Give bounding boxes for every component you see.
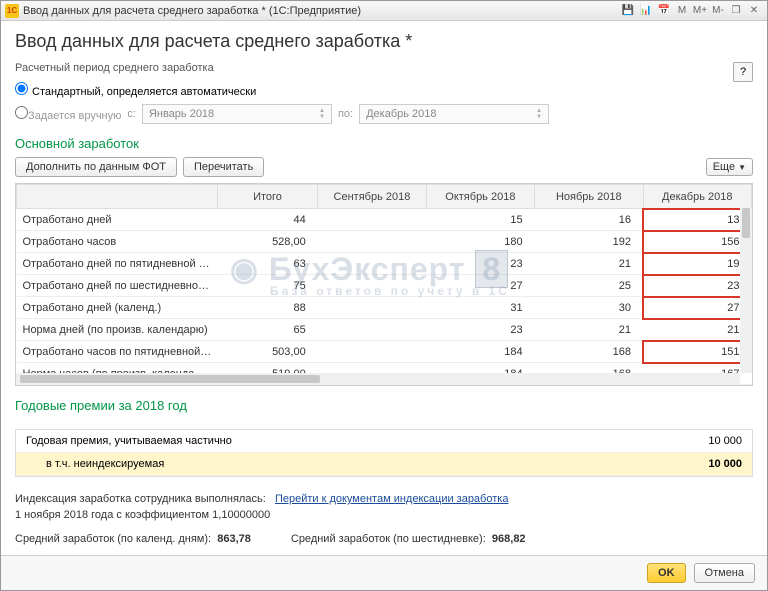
row-nov: 30 bbox=[535, 297, 643, 319]
table-row[interactable]: Норма дней (по произв. календарю)6523212… bbox=[17, 319, 752, 341]
row-nov: 21 bbox=[535, 253, 643, 275]
row-total: 75 bbox=[217, 275, 317, 297]
row-dec: 151 bbox=[643, 341, 751, 363]
premiums-heading: Годовые премии за 2018 год bbox=[15, 398, 753, 413]
row-total: 88 bbox=[217, 297, 317, 319]
tb-restore-icon[interactable]: ❐ bbox=[728, 3, 744, 19]
row-nov: 192 bbox=[535, 231, 643, 253]
tb-save-icon[interactable]: 💾 bbox=[620, 3, 636, 19]
vertical-scrollbar[interactable] bbox=[740, 208, 752, 373]
row-sep bbox=[318, 231, 426, 253]
premiums-table: Годовая премия, учитываемая частично 10 … bbox=[15, 429, 753, 477]
col-oct: Октябрь 2018 bbox=[426, 185, 534, 209]
col-total: Итого bbox=[217, 185, 317, 209]
window-title: Ввод данных для расчета среднего заработ… bbox=[23, 5, 619, 17]
col-nov: Ноябрь 2018 bbox=[535, 185, 643, 209]
recalc-button[interactable]: Перечитать bbox=[183, 157, 264, 177]
table-row[interactable]: Отработано часов по пятидневной неде...5… bbox=[17, 341, 752, 363]
row-oct: 180 bbox=[426, 231, 534, 253]
row-label: Отработано часов bbox=[17, 231, 218, 253]
row-dec: 13 bbox=[643, 209, 751, 231]
app-logo: 1C bbox=[5, 4, 19, 18]
radio-manual-input[interactable] bbox=[15, 106, 28, 119]
row-oct: 15 bbox=[426, 209, 534, 231]
premium-row[interactable]: Годовая премия, учитываемая частично 10 … bbox=[16, 430, 752, 453]
more-button[interactable]: Еще▼ bbox=[706, 158, 753, 176]
row-sep bbox=[318, 297, 426, 319]
row-total: 63 bbox=[217, 253, 317, 275]
tb-calendar-icon[interactable]: 📅 bbox=[656, 3, 672, 19]
row-sep bbox=[318, 341, 426, 363]
radio-manual[interactable]: Задается вручную bbox=[15, 106, 121, 122]
col-dec: Декабрь 2018 bbox=[643, 185, 751, 209]
cancel-button[interactable]: Отмена bbox=[694, 563, 755, 583]
row-label: Отработано дней (календ.) bbox=[17, 297, 218, 319]
fill-from-fot-button[interactable]: Дополнить по данным ФОТ bbox=[15, 157, 177, 177]
row-sep bbox=[318, 253, 426, 275]
table-row[interactable]: Отработано дней (календ.)88 313027 bbox=[17, 297, 752, 319]
row-oct: 31 bbox=[426, 297, 534, 319]
row-label: Отработано дней bbox=[17, 209, 218, 231]
row-label: Норма дней (по произв. календарю) bbox=[17, 319, 218, 341]
indexation-info: Индексация заработка сотрудника выполнял… bbox=[15, 491, 753, 523]
table-row[interactable]: Отработано дней по пятидневной неделе63 2… bbox=[17, 253, 752, 275]
horizontal-scrollbar[interactable] bbox=[16, 373, 740, 385]
radio-standard[interactable]: Стандартный, определяется автоматически bbox=[15, 82, 256, 98]
row-dec: 21 bbox=[643, 319, 751, 341]
period-from-input[interactable]: Январь 2018 ▲▼ bbox=[142, 104, 332, 124]
row-dec: 27 bbox=[643, 297, 751, 319]
row-dec: 19 bbox=[643, 253, 751, 275]
row-sep bbox=[318, 275, 426, 297]
row-oct: 23 bbox=[426, 253, 534, 275]
row-total: 44 bbox=[217, 209, 317, 231]
row-nov: 168 bbox=[535, 341, 643, 363]
titlebar: 1C Ввод данных для расчета среднего зара… bbox=[1, 1, 767, 21]
row-total: 65 bbox=[217, 319, 317, 341]
col-label bbox=[17, 185, 218, 209]
indexation-docs-link[interactable]: Перейти к документам индексации заработк… bbox=[275, 493, 509, 505]
row-label: Отработано дней по пятидневной неделе bbox=[17, 253, 218, 275]
period-to-input[interactable]: Декабрь 2018 ▲▼ bbox=[359, 104, 549, 124]
row-label: Отработано часов по пятидневной неде... bbox=[17, 341, 218, 363]
avg-sixday: Средний заработок (по шестидневке): 968,… bbox=[291, 533, 526, 545]
tb-m-button[interactable]: M bbox=[674, 3, 690, 19]
row-oct: 23 bbox=[426, 319, 534, 341]
table-row[interactable]: Отработано часов528,00 180192156 bbox=[17, 231, 752, 253]
spinner-icon[interactable]: ▲▼ bbox=[536, 108, 542, 120]
col-sep: Сентябрь 2018 bbox=[318, 185, 426, 209]
period-section-label: Расчетный период среднего заработка bbox=[15, 62, 753, 74]
premium-row-nonindexed[interactable]: в т.ч. неиндексируемая 10 000 bbox=[16, 453, 752, 476]
table-row[interactable]: Отработано дней44 151613 bbox=[17, 209, 752, 231]
row-total: 528,00 bbox=[217, 231, 317, 253]
row-sep bbox=[318, 209, 426, 231]
from-label: с: bbox=[127, 108, 136, 120]
row-nov: 25 bbox=[535, 275, 643, 297]
row-oct: 184 bbox=[426, 341, 534, 363]
tb-mplus-button[interactable]: M+ bbox=[692, 3, 708, 19]
radio-standard-input[interactable] bbox=[15, 82, 28, 95]
chevron-down-icon: ▼ bbox=[738, 163, 746, 172]
dialog-footer: OK Отмена bbox=[1, 555, 767, 590]
row-sep bbox=[318, 319, 426, 341]
page-heading: Ввод данных для расчета среднего заработ… bbox=[15, 31, 753, 52]
row-nov: 16 bbox=[535, 209, 643, 231]
ok-button[interactable]: OK bbox=[647, 563, 686, 583]
row-dec: 156 bbox=[643, 231, 751, 253]
spinner-icon[interactable]: ▲▼ bbox=[319, 108, 325, 120]
row-total: 503,00 bbox=[217, 341, 317, 363]
row-oct: 27 bbox=[426, 275, 534, 297]
tb-mminus-button[interactable]: M- bbox=[710, 3, 726, 19]
to-label: по: bbox=[338, 108, 353, 120]
tb-calc-icon[interactable]: 📊 bbox=[638, 3, 654, 19]
row-label: Отработано дней по шестидневной нед... bbox=[17, 275, 218, 297]
help-button[interactable]: ? bbox=[733, 62, 753, 82]
row-nov: 21 bbox=[535, 319, 643, 341]
row-dec: 23 bbox=[643, 275, 751, 297]
table-row[interactable]: Отработано дней по шестидневной нед...75… bbox=[17, 275, 752, 297]
close-icon[interactable]: ✕ bbox=[746, 3, 762, 19]
main-earnings-heading: Основной заработок bbox=[15, 136, 753, 151]
avg-calendar: Средний заработок (по календ. дням): 863… bbox=[15, 533, 251, 545]
earnings-table: Итого Сентябрь 2018 Октябрь 2018 Ноябрь … bbox=[15, 183, 753, 386]
